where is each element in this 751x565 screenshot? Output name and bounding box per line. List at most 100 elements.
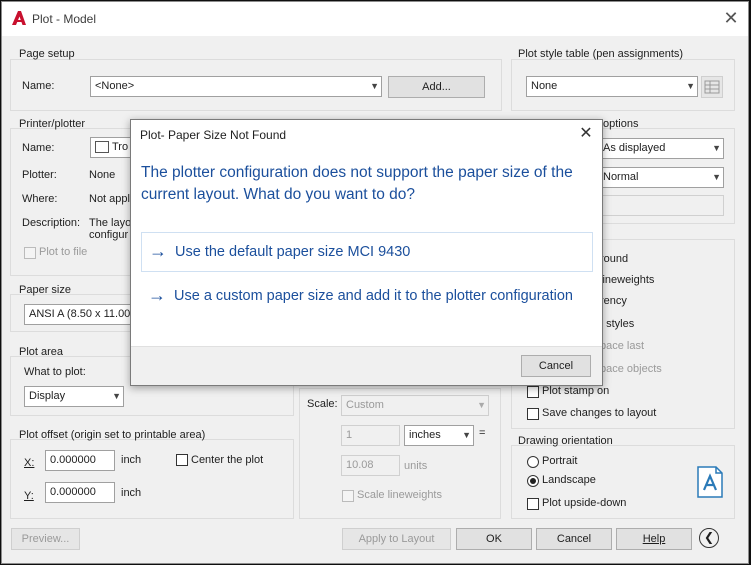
center-plot-label: Center the plot [191, 454, 264, 466]
paper-size-alert-dialog: Plot- Paper Size Not Found ✕ The plotter… [130, 119, 603, 386]
window-title: Plot - Model [32, 12, 97, 26]
preview-button[interactable]: Preview... [11, 528, 80, 550]
arrow-right-icon: → [148, 285, 166, 305]
option-hide-paperspace: pace objects [600, 363, 662, 375]
scale-unit-value: inches [409, 429, 441, 441]
landscape-label: Landscape [542, 474, 596, 486]
title-bar: Plot - Model ✕ [2, 2, 748, 36]
plot-to-file-label: Plot to file [39, 246, 88, 258]
plot-stamp-label: Plot stamp on [542, 385, 610, 397]
plot-style-select[interactable]: None ▼ [526, 76, 698, 97]
plot-style-value: None [531, 80, 558, 92]
option-default-paper-size[interactable]: → Use the default paper size MCI 9430 [141, 232, 593, 272]
page-setup-name-select[interactable]: <None> ▼ [90, 76, 382, 97]
chevron-down-icon: ▼ [712, 143, 721, 153]
where-value: Not appl [89, 193, 130, 205]
printer-name-value: Tro [112, 141, 129, 153]
close-icon[interactable]: ✕ [720, 6, 742, 30]
edit-table-icon [704, 80, 720, 94]
plot-offset-label: Plot offset (origin set to printable are… [19, 429, 206, 441]
alert-cancel-button[interactable]: Cancel [521, 355, 591, 377]
plotter-label: Plotter: [22, 169, 57, 181]
upside-down-label: Plot upside-down [542, 497, 627, 509]
plot-dialog: Plot - Model ✕ Page setup Name: <None> ▼… [1, 1, 749, 564]
scale-label: Scale: [307, 398, 338, 410]
offset-x-field[interactable]: 0.000000 [45, 450, 115, 471]
plot-to-file-checkbox[interactable] [24, 247, 36, 259]
where-label: Where: [22, 193, 58, 205]
page-setup-name-label: Name: [22, 80, 55, 92]
chevron-down-icon: ▼ [370, 81, 379, 91]
option-transparency: rency [600, 295, 627, 307]
paper-size-label: Paper size [19, 284, 71, 296]
plot-style-label: Plot style table (pen assignments) [518, 48, 684, 60]
alert-title: Plot- Paper Size Not Found [140, 128, 287, 142]
option-plot-styles: t styles [600, 318, 635, 330]
scale-lineweights-checkbox[interactable] [342, 490, 354, 502]
landscape-orientation-icon [697, 466, 723, 498]
plot-stamp-checkbox[interactable] [527, 386, 539, 398]
page-setup-label: Page setup [19, 48, 75, 60]
offset-y-unit: inch [121, 487, 142, 499]
offset-x-unit: inch [121, 454, 142, 466]
alert-close-icon[interactable]: ✕ [576, 124, 596, 144]
paper-size-value: ANSI A (8.50 x 11.00 [29, 308, 131, 320]
orientation-label: Drawing orientation [518, 435, 613, 447]
chevron-down-icon: ▼ [712, 172, 721, 182]
scale-lineweights-label: Scale lineweights [357, 489, 442, 501]
description-line-1: The layo [89, 217, 132, 229]
offset-y-label: Y: [24, 490, 34, 502]
plotter-value: None [89, 169, 116, 181]
option-custom-paper-size[interactable]: → Use a custom paper size and add it to … [141, 283, 593, 327]
collapse-chevron-left-icon[interactable]: ❮ [699, 528, 719, 548]
dpi-field[interactable] [598, 195, 724, 216]
alert-footer: Cancel [131, 346, 602, 385]
printer-label: Printer/plotter [19, 118, 86, 130]
scale-unit-select[interactable]: inches ▼ [404, 425, 474, 446]
scale-select[interactable]: Custom ▼ [341, 395, 489, 416]
chevron-down-icon: ▼ [686, 81, 695, 91]
printer-icon [95, 141, 109, 154]
paper-size-select[interactable]: ANSI A (8.50 x 11.00 [24, 304, 132, 325]
apply-to-layout-button[interactable]: Apply to Layout [342, 528, 451, 550]
scale-value: Custom [346, 399, 384, 411]
scale-denominator-field[interactable]: 10.08 [341, 455, 400, 476]
shaded-options-label: options [603, 118, 639, 130]
portrait-radio[interactable] [527, 456, 539, 468]
shade-plot-select[interactable]: As displayed ▼ [598, 138, 724, 159]
what-to-plot-label: What to plot: [24, 366, 86, 378]
upside-down-checkbox[interactable] [527, 498, 539, 510]
option-lineweights: lineweights [600, 274, 655, 286]
arrow-right-icon: → [149, 241, 167, 261]
chevron-down-icon: ▼ [112, 391, 121, 401]
add-button[interactable]: Add... [388, 76, 485, 98]
save-changes-checkbox[interactable] [527, 408, 539, 420]
quality-select[interactable]: Normal ▼ [598, 167, 724, 188]
quality-value: Normal [603, 171, 639, 183]
help-button[interactable]: Help [616, 528, 692, 550]
what-to-plot-value: Display [29, 390, 66, 402]
ok-button[interactable]: OK [456, 528, 532, 550]
page-setup-name-value: <None> [95, 80, 135, 92]
edit-style-button[interactable] [701, 76, 723, 98]
alert-message: The plotter configuration does not suppo… [141, 164, 573, 203]
chevron-down-icon: ▼ [477, 400, 486, 410]
offset-y-field[interactable]: 0.000000 [45, 482, 115, 503]
shade-plot-value: As displayed [603, 142, 666, 154]
scale-equals-label: = [479, 427, 486, 439]
offset-x-label: X: [24, 457, 35, 469]
autocad-logo-icon [12, 11, 26, 25]
save-changes-label: Save changes to layout [542, 407, 657, 419]
portrait-label: Portrait [542, 455, 578, 467]
center-plot-checkbox[interactable] [176, 454, 188, 466]
what-to-plot-select[interactable]: Display ▼ [24, 386, 124, 407]
option-default-label: Use the default paper size MCI 9430 [175, 244, 411, 260]
scale-numerator-field[interactable]: 1 [341, 425, 400, 446]
cancel-button[interactable]: Cancel [536, 528, 612, 550]
description-line-2: configur [89, 229, 129, 241]
scale-units-label: units [404, 460, 428, 472]
option-paperspace-last: pace last [600, 340, 645, 352]
landscape-radio[interactable] [527, 475, 539, 487]
option-background: round [600, 253, 629, 265]
chevron-down-icon: ▼ [462, 430, 471, 440]
